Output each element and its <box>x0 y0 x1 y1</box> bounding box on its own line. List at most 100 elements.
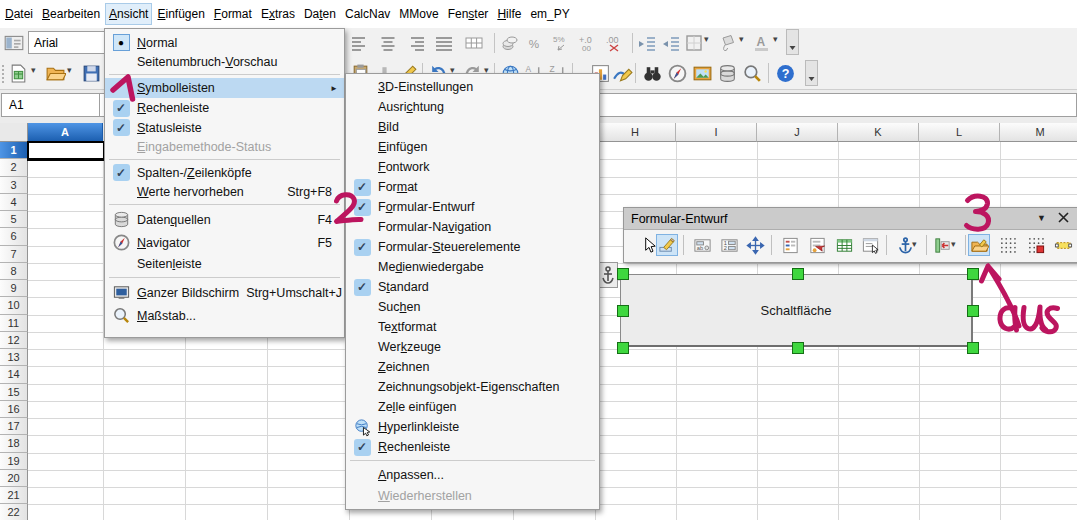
selection-handle[interactable] <box>967 305 979 317</box>
menubar-item-hilfe[interactable]: Hilfe <box>493 3 525 25</box>
data-sources-icon[interactable] <box>717 63 738 84</box>
menu-item-symbolleisten[interactable]: Symbolleisten► <box>105 78 344 98</box>
submenu-item-fontwork[interactable]: Fontwork <box>346 157 599 177</box>
row-header-2[interactable]: 2 <box>0 159 28 176</box>
decrease-indent-icon[interactable] <box>661 33 681 53</box>
menubar-item-format[interactable]: Format <box>210 3 256 25</box>
menubar-item-calcnav[interactable]: CalcNav <box>341 3 394 25</box>
dropdown-arrow-icon[interactable]: ▾ <box>67 65 72 75</box>
align-justify-icon[interactable] <box>434 33 454 53</box>
align-left-icon[interactable] <box>350 33 370 53</box>
submenu-item-medienwiedergabe[interactable]: Medienwiedergabe <box>346 257 599 277</box>
row-header-4[interactable]: 4 <box>0 194 28 211</box>
dropdown-arrow-icon[interactable]: ▾ <box>704 34 709 44</box>
menubar-item-ansicht[interactable]: Ansicht <box>105 3 152 25</box>
menubar-item-extras[interactable]: Extras <box>257 3 299 25</box>
dropdown-arrow-icon[interactable]: ▾ <box>951 239 956 249</box>
selection-handle[interactable] <box>617 342 629 354</box>
submenu-item-ausrichtung[interactable]: Ausrichtung <box>346 97 599 117</box>
selection-handle[interactable] <box>617 268 629 280</box>
menubar-item-em-py[interactable]: em_PY <box>526 3 573 25</box>
toolbar-grip[interactable] <box>2 65 5 83</box>
row-header-17[interactable]: 17 <box>0 418 28 435</box>
row-header-1[interactable]: 1 <box>0 142 28 159</box>
find-replace-icon[interactable] <box>642 63 663 84</box>
add-decimal-icon[interactable]: +.000 <box>578 33 598 53</box>
column-header-m[interactable]: M <box>1000 123 1077 142</box>
submenu-item-textformat[interactable]: Textformat <box>346 317 599 337</box>
row-header-11[interactable]: 11 <box>0 315 28 332</box>
increase-indent-icon[interactable] <box>637 33 657 53</box>
helplines-while-moving-button[interactable] <box>1052 234 1074 256</box>
column-header-j[interactable]: J <box>757 123 838 142</box>
submenu-item-3d-einstellungen[interactable]: 3D-Einstellungen <box>346 77 599 97</box>
row-header-9[interactable]: 9 <box>0 280 28 297</box>
activation-order-button[interactable]: 12 <box>718 234 740 256</box>
submenu-item-anpassen[interactable]: Anpassen... <box>346 464 599 485</box>
dropdown-arrow-icon[interactable]: ▾ <box>912 239 917 249</box>
gallery-icon[interactable] <box>692 63 713 84</box>
submenu-item-suchen[interactable]: Suchen <box>346 297 599 317</box>
toolbar-overflow-button[interactable] <box>786 29 799 55</box>
row-header-16[interactable]: 16 <box>0 401 28 418</box>
submenu-item-zeichnen[interactable]: Zeichnen <box>346 357 599 377</box>
row-header-7[interactable]: 7 <box>0 246 28 263</box>
name-box[interactable]: A1 <box>1 93 100 117</box>
menubar-item-mmove[interactable]: MMove <box>395 3 442 25</box>
selection-handle[interactable] <box>967 268 979 280</box>
menu-item-ganzer-bildschirm[interactable]: Ganzer BildschirmStrg+Umschalt+J <box>105 281 344 304</box>
percent-format-icon[interactable]: % <box>526 33 544 53</box>
borders-icon[interactable] <box>684 33 704 53</box>
zoom-icon[interactable] <box>742 63 763 84</box>
help-icon[interactable]: ? <box>775 63 796 84</box>
selection-handle[interactable] <box>792 342 804 354</box>
open-document-icon[interactable] <box>45 63 66 84</box>
toolbar-menu-icon[interactable]: ▼ <box>1037 213 1046 223</box>
dropdown-arrow-icon[interactable]: ▾ <box>739 34 744 44</box>
submenu-item-werkzeuge[interactable]: Werkzeuge <box>346 337 599 357</box>
open-in-design-mode-button[interactable] <box>968 234 990 256</box>
snap-to-grid-button[interactable] <box>1025 234 1047 256</box>
font-color-icon[interactable]: A <box>752 33 772 53</box>
select-all-corner[interactable] <box>0 123 28 142</box>
menu-item-eingabemethode-status[interactable]: Eingabemethode-Status <box>105 137 344 156</box>
selected-cell-a1[interactable] <box>27 141 105 161</box>
submenu-item-rechenleiste[interactable]: ✓Rechenleiste <box>346 437 599 457</box>
column-header-a[interactable]: A <box>28 123 103 142</box>
table-control-button[interactable] <box>833 234 855 256</box>
menubar-item-fenster[interactable]: Fenster <box>444 3 493 25</box>
menubar-item-datei[interactable]: Datei <box>1 3 37 25</box>
menu-item-navigator[interactable]: NavigatorF5 <box>105 231 344 254</box>
save-icon[interactable] <box>81 63 102 84</box>
background-color-icon[interactable] <box>718 33 738 53</box>
submenu-item-einf-gen[interactable]: Einfügen <box>346 137 599 157</box>
row-header-13[interactable]: 13 <box>0 349 28 366</box>
form-navigator-button[interactable] <box>859 234 881 256</box>
toolbar-overflow-button[interactable] <box>805 60 818 86</box>
row-header-21[interactable]: 21 <box>0 487 28 504</box>
delete-decimal-icon[interactable]: .00 <box>604 33 626 53</box>
row-header-15[interactable]: 15 <box>0 384 28 401</box>
new-document-icon[interactable] <box>8 63 29 84</box>
submenu-item-format[interactable]: ✓Format <box>346 177 599 197</box>
add-field-button[interactable]: ab <box>691 234 713 256</box>
submenu-item-standard[interactable]: ✓Standard <box>346 277 599 297</box>
menubar-item-daten[interactable]: Daten <box>300 3 340 25</box>
column-header-l[interactable]: L <box>919 123 1000 142</box>
menu-item-statusleiste[interactable]: ✓Statusleiste <box>105 118 344 137</box>
number-format-icon[interactable]: 5% <box>550 33 572 53</box>
row-header-5[interactable]: 5 <box>0 211 28 228</box>
menu-item-werte-hervorheben[interactable]: Werte hervorhebenStrg+F8 <box>105 182 344 201</box>
close-icon[interactable] <box>1057 211 1070 227</box>
styles-icon[interactable] <box>3 32 25 54</box>
form-design-toolbar-titlebar[interactable]: Formular-Entwurf ▼ <box>624 208 1077 230</box>
draw-functions-icon[interactable] <box>612 63 633 84</box>
menu-item-spalten-zeilenk-pfe[interactable]: ✓Spalten-/Zeilenköpfe <box>105 163 344 182</box>
row-header-20[interactable]: 20 <box>0 470 28 487</box>
menu-item-rechenleiste[interactable]: ✓Rechenleiste <box>105 98 344 118</box>
currency-format-icon[interactable] <box>500 33 520 53</box>
row-header-22[interactable]: 22 <box>0 504 28 520</box>
position-and-size-button[interactable] <box>744 234 766 256</box>
menu-item-datenquellen[interactable]: DatenquellenF4 <box>105 208 344 231</box>
column-header-i[interactable]: I <box>676 123 757 142</box>
